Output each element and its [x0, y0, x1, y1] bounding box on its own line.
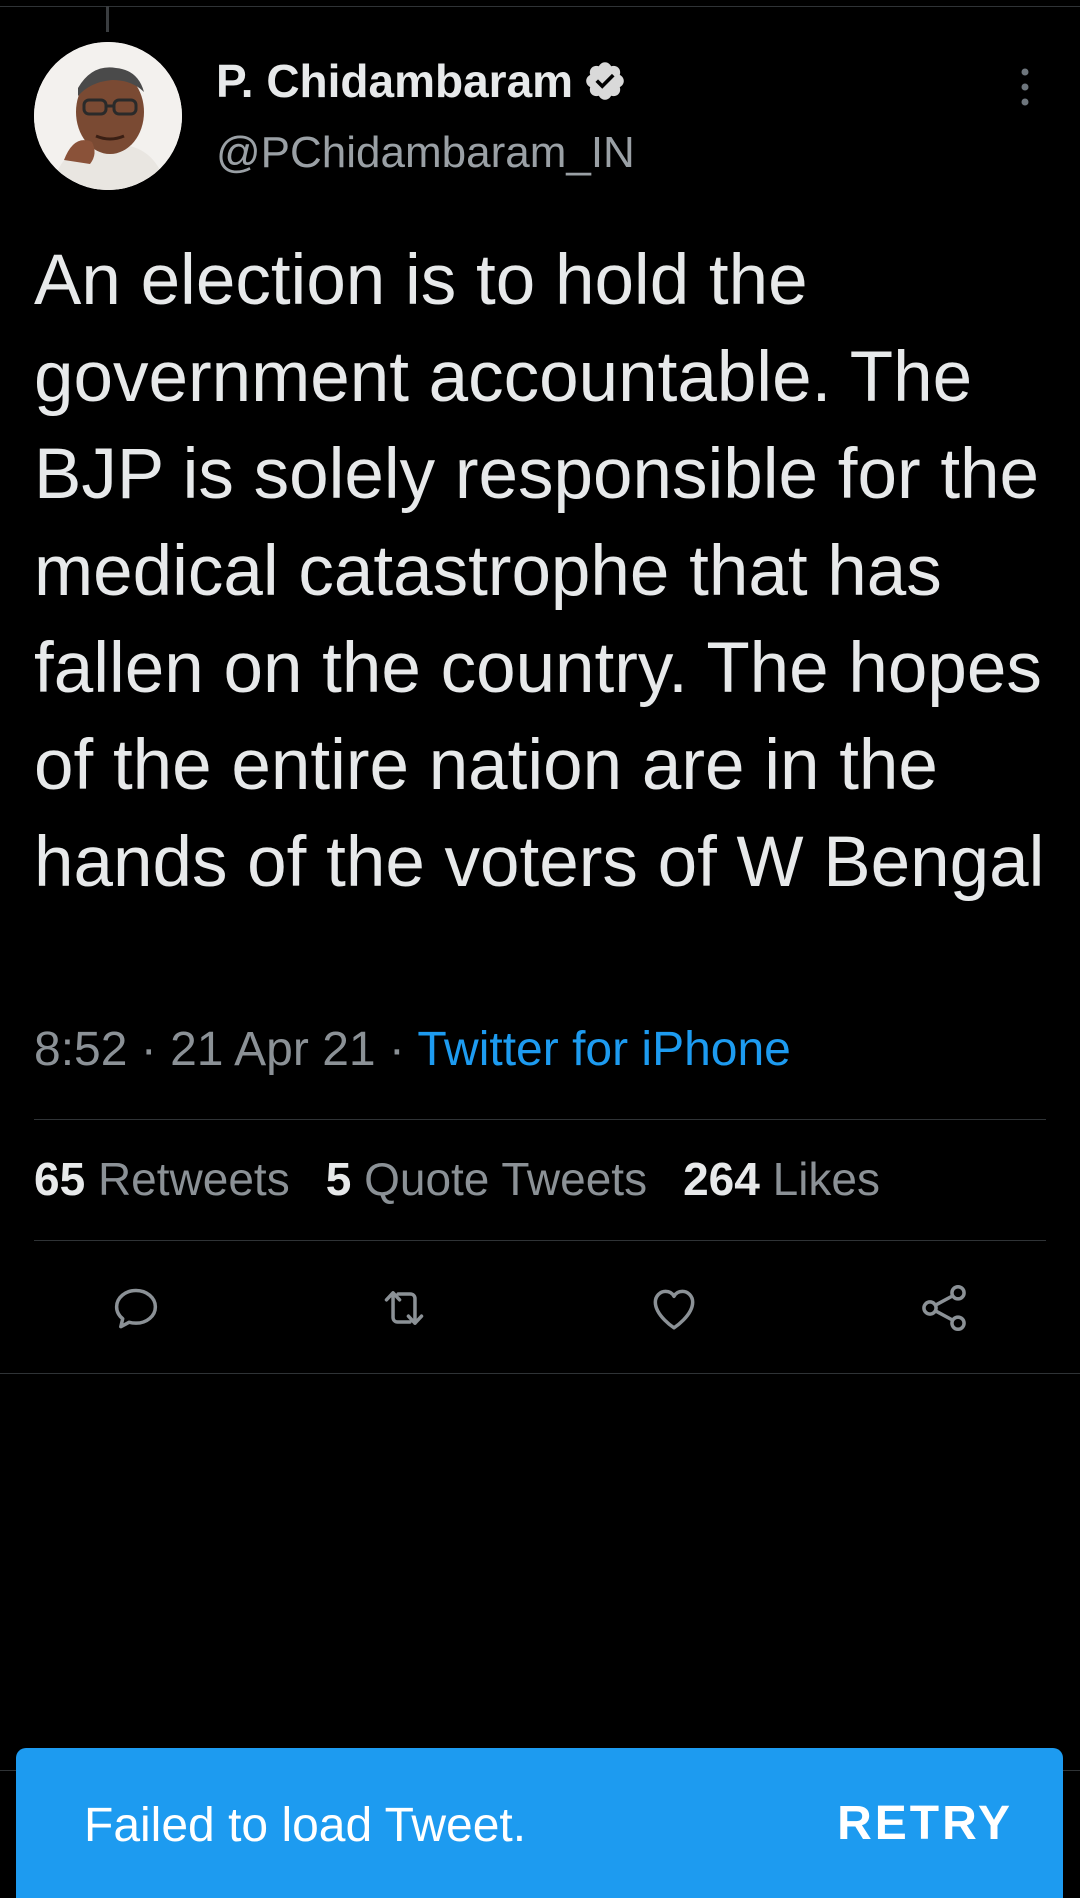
avatar[interactable]: [34, 42, 182, 190]
tweet-source-link[interactable]: Twitter for iPhone: [417, 1023, 791, 1076]
like-icon[interactable]: [646, 1280, 702, 1336]
more-options-icon[interactable]: [1010, 66, 1040, 108]
tweet-actions-bar: [0, 1280, 1080, 1336]
toast-message: Failed to load Tweet.: [84, 1799, 527, 1852]
quote-tweets-count: 5: [325, 1153, 352, 1205]
reply-icon[interactable]: [108, 1280, 164, 1336]
tweet-stats: 65 Retweets 5 Quote Tweets 264 Likes: [34, 1152, 916, 1206]
divider: [34, 1240, 1046, 1241]
quote-tweets-stat[interactable]: 5 Quote Tweets: [326, 1152, 647, 1206]
retweets-count: 65: [34, 1153, 86, 1205]
likes-count: 264: [683, 1153, 760, 1205]
author-name-text: P. Chidambaram: [216, 55, 574, 107]
retry-button[interactable]: RETRY: [837, 1796, 1013, 1851]
tweet-text: An election is to hold the government ac…: [34, 241, 1045, 902]
retweets-stat[interactable]: 65 Retweets: [34, 1152, 290, 1206]
tweet-meta: 8:52 · 21 Apr 21 · Twitter for iPhone: [34, 1022, 791, 1077]
error-toast: Failed to load Tweet. RETRY: [16, 1748, 1063, 1898]
verified-badge-icon: [586, 62, 624, 100]
divider: [34, 1119, 1046, 1120]
tweet-time[interactable]: 8:52: [34, 1023, 127, 1076]
quote-tweets-label: Quote Tweets: [364, 1153, 648, 1205]
likes-label: Likes: [772, 1153, 880, 1205]
likes-stat[interactable]: 264 Likes: [683, 1152, 880, 1206]
author-handle[interactable]: @PChidambaram_IN: [216, 128, 635, 178]
divider: [0, 1373, 1080, 1374]
top-border: [0, 6, 1080, 7]
retweets-label: Retweets: [97, 1153, 290, 1205]
author-display-name[interactable]: P. Chidambaram: [216, 54, 627, 108]
thread-line: [106, 6, 109, 32]
tweet-date[interactable]: 21 Apr 21: [170, 1023, 376, 1076]
meta-separator: ·: [127, 1023, 171, 1076]
meta-separator: ·: [375, 1023, 418, 1076]
share-icon[interactable]: [916, 1280, 972, 1336]
retweet-icon[interactable]: [376, 1280, 432, 1336]
avatar-image: [34, 42, 182, 190]
